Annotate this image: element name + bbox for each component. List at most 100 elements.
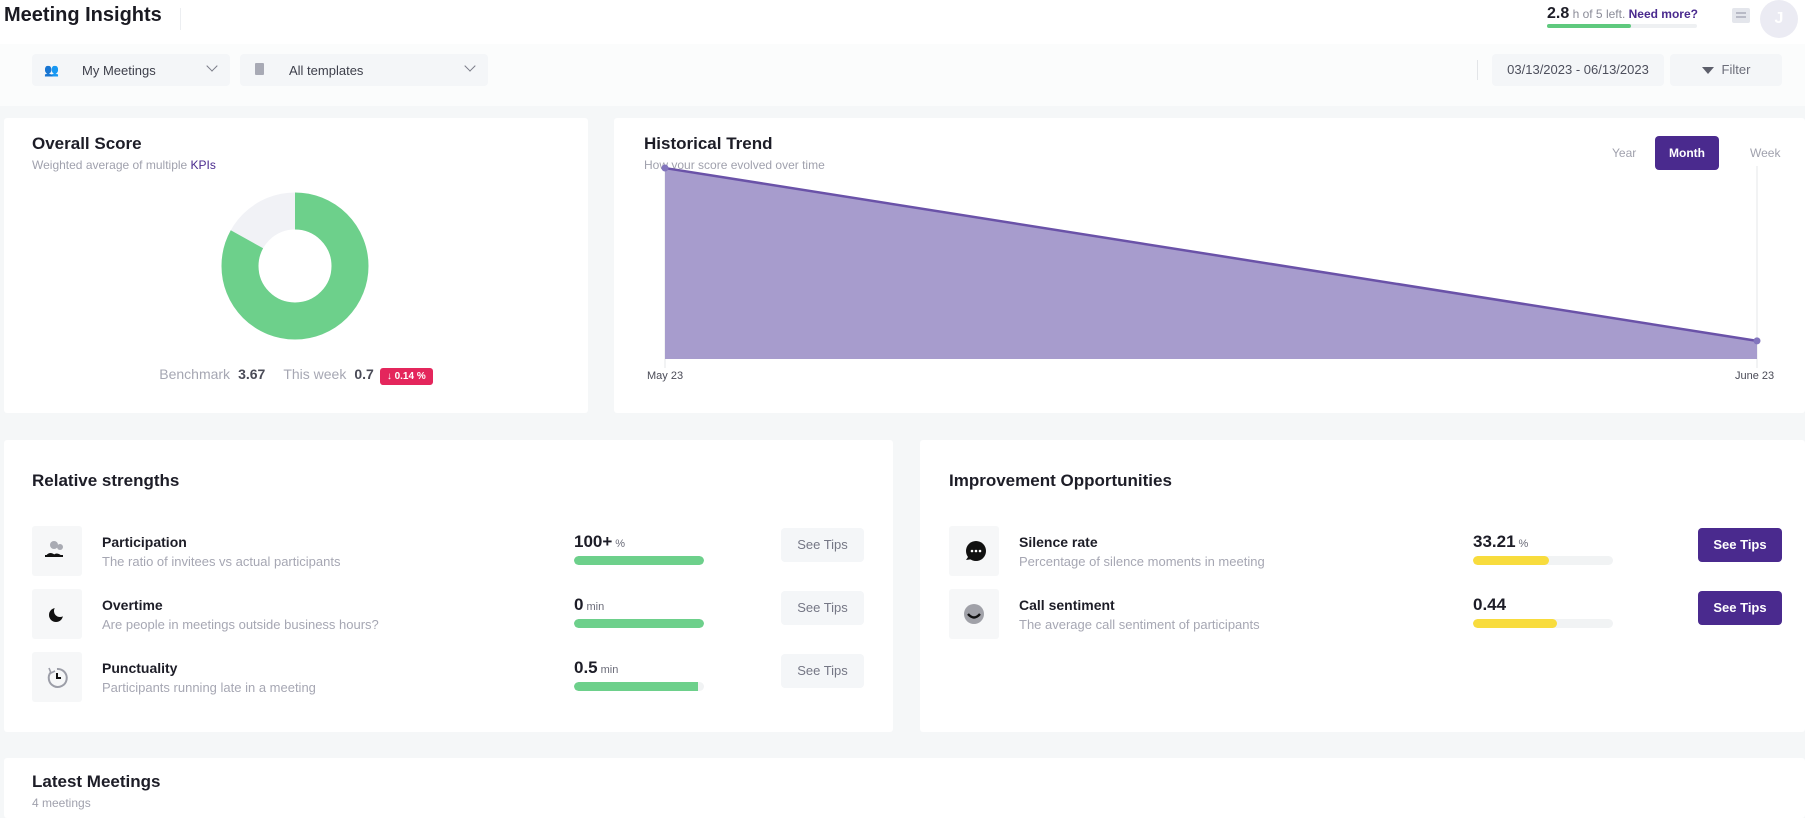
smile-icon xyxy=(949,589,999,639)
x-tick-label: May 23 xyxy=(647,370,684,382)
users-icon: 👥 xyxy=(44,63,59,77)
metric-unit: min xyxy=(586,601,605,613)
x-tick-label: June 23 xyxy=(1735,370,1775,382)
see-tips-button[interactable]: See Tips xyxy=(1698,591,1782,625)
metric-name: Participation xyxy=(102,534,187,550)
filter-button-label: Filter xyxy=(1721,62,1751,77)
metric-unit: % xyxy=(1518,538,1529,550)
bookmark-icon xyxy=(252,63,266,77)
metric-row-call-sentiment: Call sentiment The average call sentimen… xyxy=(920,589,1805,641)
relative-strengths-card: Relative strengths Participation The rat… xyxy=(4,440,893,732)
divider xyxy=(1477,60,1478,80)
metric-row-overtime: Overtime Are people in meetings outside … xyxy=(4,589,893,641)
metric-progress-bar xyxy=(574,556,704,565)
metric-progress-fill xyxy=(574,682,698,691)
period-tab-month[interactable]: Month xyxy=(1655,136,1719,170)
user-avatar[interactable]: J xyxy=(1760,0,1798,38)
metric-description: The average call sentiment of participan… xyxy=(1019,617,1260,632)
benchmark-label: Benchmark xyxy=(159,366,231,382)
chevron-down-icon xyxy=(464,60,476,72)
metric-value-number: 33.21 xyxy=(1473,532,1516,551)
score-donut-chart xyxy=(221,192,369,340)
templates-dropdown-label: All templates xyxy=(289,63,364,78)
change-badge: ↓ 0.14 % xyxy=(379,368,433,385)
people-icon xyxy=(32,526,82,576)
overall-score-card: Overall Score Weighted average of multip… xyxy=(4,118,588,413)
metric-value-number: 0.5 xyxy=(574,658,598,677)
chevron-down-icon xyxy=(206,60,218,72)
metric-unit: min xyxy=(600,664,619,676)
usage-text: h of 5 left. xyxy=(1569,7,1626,21)
card-title: Improvement Opportunities xyxy=(949,471,1172,490)
filter-bar: 👥 My Meetings All templates 03/13/2023 -… xyxy=(0,44,1805,106)
subtitle-text: Weighted average of multiple xyxy=(32,158,191,172)
card-title: Relative strengths xyxy=(32,471,180,490)
page-title: Meeting Insights xyxy=(4,4,162,26)
period-tab-year[interactable]: Year xyxy=(1600,136,1648,170)
usage-progress-fill xyxy=(1547,24,1631,28)
metric-row-participation: Participation The ratio of invitees vs a… xyxy=(4,526,893,578)
card-subtitle: Weighted average of multiple KPIs xyxy=(32,158,216,172)
divider xyxy=(180,8,181,30)
metric-value-number: 0 xyxy=(574,595,584,614)
latest-meetings-card: Latest Meetings 4 meetings xyxy=(4,758,1805,818)
date-range-picker[interactable]: 03/13/2023 - 06/13/2023 xyxy=(1492,54,1664,86)
this-week-value: 0.7 xyxy=(354,366,374,382)
metric-progress-fill xyxy=(1473,619,1557,628)
meetings-count: 4 meetings xyxy=(32,796,91,810)
metric-progress-fill xyxy=(574,556,704,565)
kpis-link[interactable]: KPIs xyxy=(191,158,216,172)
metric-progress-fill xyxy=(1473,556,1549,565)
funnel-icon xyxy=(1701,67,1714,74)
improvement-opportunities-card: Improvement Opportunities Silence rate P… xyxy=(920,440,1805,732)
templates-dropdown[interactable]: All templates xyxy=(240,54,488,86)
this-week-label: This week xyxy=(283,366,347,382)
feedback-icon[interactable] xyxy=(1732,8,1750,23)
metric-progress-bar xyxy=(1473,556,1613,565)
usage-progress-bar xyxy=(1547,24,1697,28)
usage-indicator: 2.8 h of 5 left. Need more? xyxy=(1547,5,1698,23)
metric-progress-fill xyxy=(574,619,704,628)
trend-point xyxy=(1753,337,1761,345)
metric-value: 100+% xyxy=(574,532,625,552)
metric-name: Overtime xyxy=(102,597,163,613)
trend-point xyxy=(661,164,669,172)
metric-value: 33.21% xyxy=(1473,532,1528,552)
see-tips-button[interactable]: See Tips xyxy=(1698,528,1782,562)
benchmark-value: 3.67 xyxy=(238,366,266,382)
trend-area xyxy=(665,168,1757,359)
metric-description: Are people in meetings outside business … xyxy=(102,617,379,632)
metric-value: 0.44 xyxy=(1473,595,1509,615)
metric-row-silence-rate: Silence rate Percentage of silence momen… xyxy=(920,526,1805,578)
metric-name: Call sentiment xyxy=(1019,597,1115,613)
need-more-link[interactable]: Need more? xyxy=(1625,7,1698,21)
metric-name: Silence rate xyxy=(1019,534,1098,550)
filter-button[interactable]: Filter xyxy=(1670,54,1782,86)
see-tips-button[interactable]: See Tips xyxy=(781,591,864,625)
see-tips-button[interactable]: See Tips xyxy=(781,528,864,562)
metric-value: 0 min xyxy=(574,595,604,615)
usage-hours: 2.8 xyxy=(1547,5,1570,22)
see-tips-button[interactable]: See Tips xyxy=(781,654,864,688)
metric-value-number: 0.44 xyxy=(1473,595,1507,614)
top-bar: Meeting Insights 2.8 h of 5 left. Need m… xyxy=(0,0,1805,44)
metric-description: The ratio of invitees vs actual particip… xyxy=(102,554,341,569)
metric-progress-bar xyxy=(574,619,704,628)
metric-unit: % xyxy=(615,538,626,550)
moon-icon xyxy=(32,589,82,639)
card-title: Overall Score xyxy=(32,134,142,153)
meetings-dropdown[interactable]: 👥 My Meetings xyxy=(32,54,230,86)
card-title: Latest Meetings xyxy=(32,772,161,791)
history-clock-icon xyxy=(32,652,82,702)
meetings-dropdown-label: My Meetings xyxy=(82,63,156,78)
metric-description: Percentage of silence moments in meeting xyxy=(1019,554,1265,569)
metric-row-punctuality: Punctuality Participants running late in… xyxy=(4,652,893,704)
metric-progress-bar xyxy=(1473,619,1613,628)
metric-name: Punctuality xyxy=(102,660,178,676)
metric-description: Participants running late in a meeting xyxy=(102,680,316,695)
metric-progress-bar xyxy=(574,682,704,691)
metric-value: 0.5 min xyxy=(574,658,618,678)
chat-dots-icon xyxy=(949,526,999,576)
period-tab-week[interactable]: Week xyxy=(1738,136,1792,170)
metric-value-number: 100+ xyxy=(574,532,613,551)
